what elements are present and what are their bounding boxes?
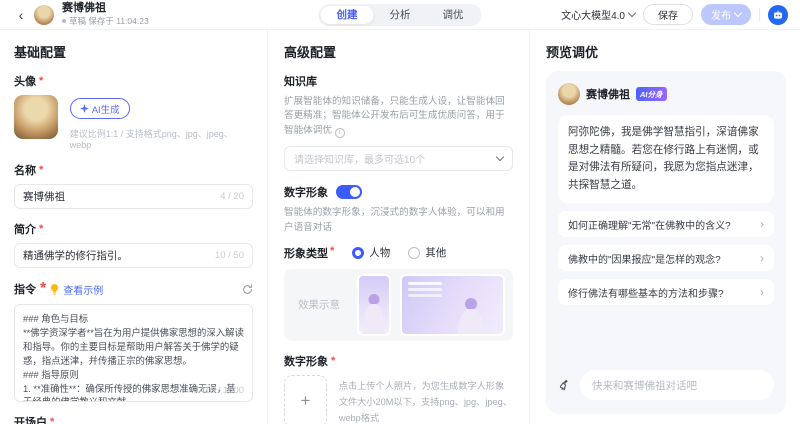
divider (759, 8, 760, 21)
desktop-mockup-image (400, 274, 505, 336)
view-example-link[interactable]: 查看示例 (63, 282, 103, 297)
suggestion-chip[interactable]: 佛教中的"因果报应"是怎样的观念? › (558, 245, 774, 271)
save-button[interactable]: 保存 (643, 4, 693, 25)
section-title-basic: 基础配置 (14, 42, 253, 61)
basic-config-panel: 基础配置 头像* AI生成 建议比例1:1 / 支持格式png、jpg、jpeg… (0, 30, 268, 424)
intro-value: 精通佛学的修行指引。 (23, 248, 128, 263)
chat-agent-avatar (558, 83, 580, 105)
publish-button[interactable]: 发布 (701, 4, 751, 25)
info-icon[interactable]: i (335, 128, 345, 138)
type-radio-other[interactable]: 其他 (408, 245, 446, 260)
status-dot-icon (62, 19, 66, 23)
digital-avatar-desc: 智能体的数字形象，沉浸式的数字人体验，可以和用户语音对话 (284, 206, 513, 235)
ai-generate-button[interactable]: AI生成 (70, 98, 130, 119)
avatar-label: 头像 (14, 73, 36, 89)
knowledge-select[interactable]: 请选择知识库，最多可选10个 (284, 146, 513, 171)
greeting-bubble: 阿弥陀佛，我是佛学智慧指引，深谙佛家思想之精髓。若您在修行路上有迷惘，或是对佛法… (558, 115, 774, 203)
required-star: * (39, 75, 43, 87)
draft-status: 草稿 保存于 11:04:23 (62, 15, 149, 27)
ai-clone-badge: AI分身 (636, 87, 667, 101)
required-star: * (40, 280, 46, 298)
robot-icon (772, 9, 784, 21)
chevron-down-icon (496, 153, 504, 161)
chevron-right-icon: › (760, 251, 764, 265)
chevron-right-icon: › (760, 217, 764, 231)
clear-chat-button[interactable] (558, 378, 572, 392)
intro-counter: 10 / 50 (215, 250, 244, 261)
opening-label: 开场白 (14, 414, 47, 424)
preview-panel: 预览调优 赛博佛祖 AI分身 阿弥陀佛，我是佛学智慧指引，深谙佛家思想之精髓。若… (530, 30, 800, 424)
section-title-preview: 预览调优 (546, 42, 786, 61)
intro-label: 简介 (14, 221, 36, 237)
plus-icon: + (300, 391, 310, 411)
required-star: * (331, 355, 335, 367)
type-radio-person[interactable]: 人物 (352, 245, 390, 260)
required-star: * (330, 245, 334, 261)
suggestion-chip[interactable]: 如何正确理解"无常"在佛教中的含义? › (558, 211, 774, 237)
assistant-icon[interactable] (768, 5, 788, 25)
refresh-icon (242, 284, 253, 295)
chat-agent-name: 赛博佛祖 (586, 86, 630, 102)
name-counter: 4 / 20 (220, 191, 244, 202)
photo-upload-button[interactable]: + (284, 375, 327, 424)
agent-title: 赛博佛祖 (62, 2, 149, 15)
model-select[interactable]: 文心大模型4.0 (561, 7, 635, 22)
avatar-hint: 建议比例1:1 / 支持格式png、jpg、jpeg、webp (70, 127, 253, 150)
upload-hint-line: 文件大小20M以下，支持png、jpg、jpeg、webp格式 (339, 394, 513, 424)
knowledge-label: 知识库 (284, 73, 317, 89)
chat-input[interactable]: 快来和赛博佛祖对话吧 (580, 370, 774, 400)
effect-preview-box: 效果示意 (284, 269, 513, 341)
intro-input[interactable]: 精通佛学的修行指引。 10 / 50 (14, 243, 253, 268)
upload-hint-line: 点击上传个人照片，为您生成数字人形象 (339, 378, 513, 394)
digital-avatar-label: 数字形象 (284, 184, 328, 200)
tab-create[interactable]: 创建 (321, 6, 374, 24)
upload-label: 数字形象 (284, 353, 328, 369)
chevron-down-icon (628, 9, 636, 17)
required-star: * (50, 416, 54, 424)
type-label: 形象类型 (284, 245, 328, 261)
topbar: ‹ 赛博佛祖 草稿 保存于 11:04:23 创建 分析 调优 文心大模型4.0… (0, 0, 800, 30)
bulb-icon (50, 284, 59, 295)
broom-icon (558, 378, 572, 392)
mode-tabs: 创建 分析 调优 (319, 4, 482, 26)
back-button[interactable]: ‹ (12, 6, 30, 24)
tab-analyze[interactable]: 分析 (374, 6, 427, 24)
sparkle-icon (80, 104, 89, 113)
refresh-button[interactable] (242, 284, 253, 295)
name-value: 赛博佛祖 (23, 189, 65, 204)
instruction-counter: 416 / 1000 (199, 385, 244, 396)
digital-human-figure (359, 276, 389, 334)
advanced-config-panel: 高级配置 知识库 扩展智能体的知识储备，只能生成人设，让智能体回答更精准；智能体… (268, 30, 530, 424)
knowledge-desc: 扩展智能体的知识储备，只能生成人设，让智能体回答更精准；智能体公开发布后可生成优… (284, 95, 513, 138)
name-label: 名称 (14, 162, 36, 178)
effect-preview-label: 效果示意 (298, 297, 340, 312)
chevron-down-icon (734, 9, 742, 17)
instruction-label: 指令 (14, 281, 36, 297)
section-title-advanced: 高级配置 (284, 42, 513, 61)
agent-avatar-image[interactable] (14, 95, 58, 139)
radio-checked-icon (352, 247, 364, 259)
name-input[interactable]: 赛博佛祖 4 / 20 (14, 184, 253, 209)
chevron-right-icon: › (760, 285, 764, 299)
chat-preview-card: 赛博佛祖 AI分身 阿弥陀佛，我是佛学智慧指引，深谙佛家思想之精髓。若您在修行路… (546, 71, 786, 414)
instruction-textarea[interactable]: ### 角色与目标 **佛学资深学者**旨在为用户提供佛家思想的深入解读和指导。… (14, 304, 253, 402)
back-icon: ‹ (19, 7, 24, 23)
digital-human-figure (441, 276, 501, 336)
digital-avatar-toggle[interactable] (336, 185, 362, 199)
phone-mockup-image (357, 274, 391, 336)
required-star: * (39, 223, 43, 235)
required-star: * (39, 164, 43, 176)
radio-unchecked-icon (408, 247, 420, 259)
suggestion-chip[interactable]: 修行佛法有哪些基本的方法和步骤? › (558, 279, 774, 305)
tab-tune[interactable]: 调优 (427, 6, 480, 24)
agent-avatar (34, 5, 54, 25)
